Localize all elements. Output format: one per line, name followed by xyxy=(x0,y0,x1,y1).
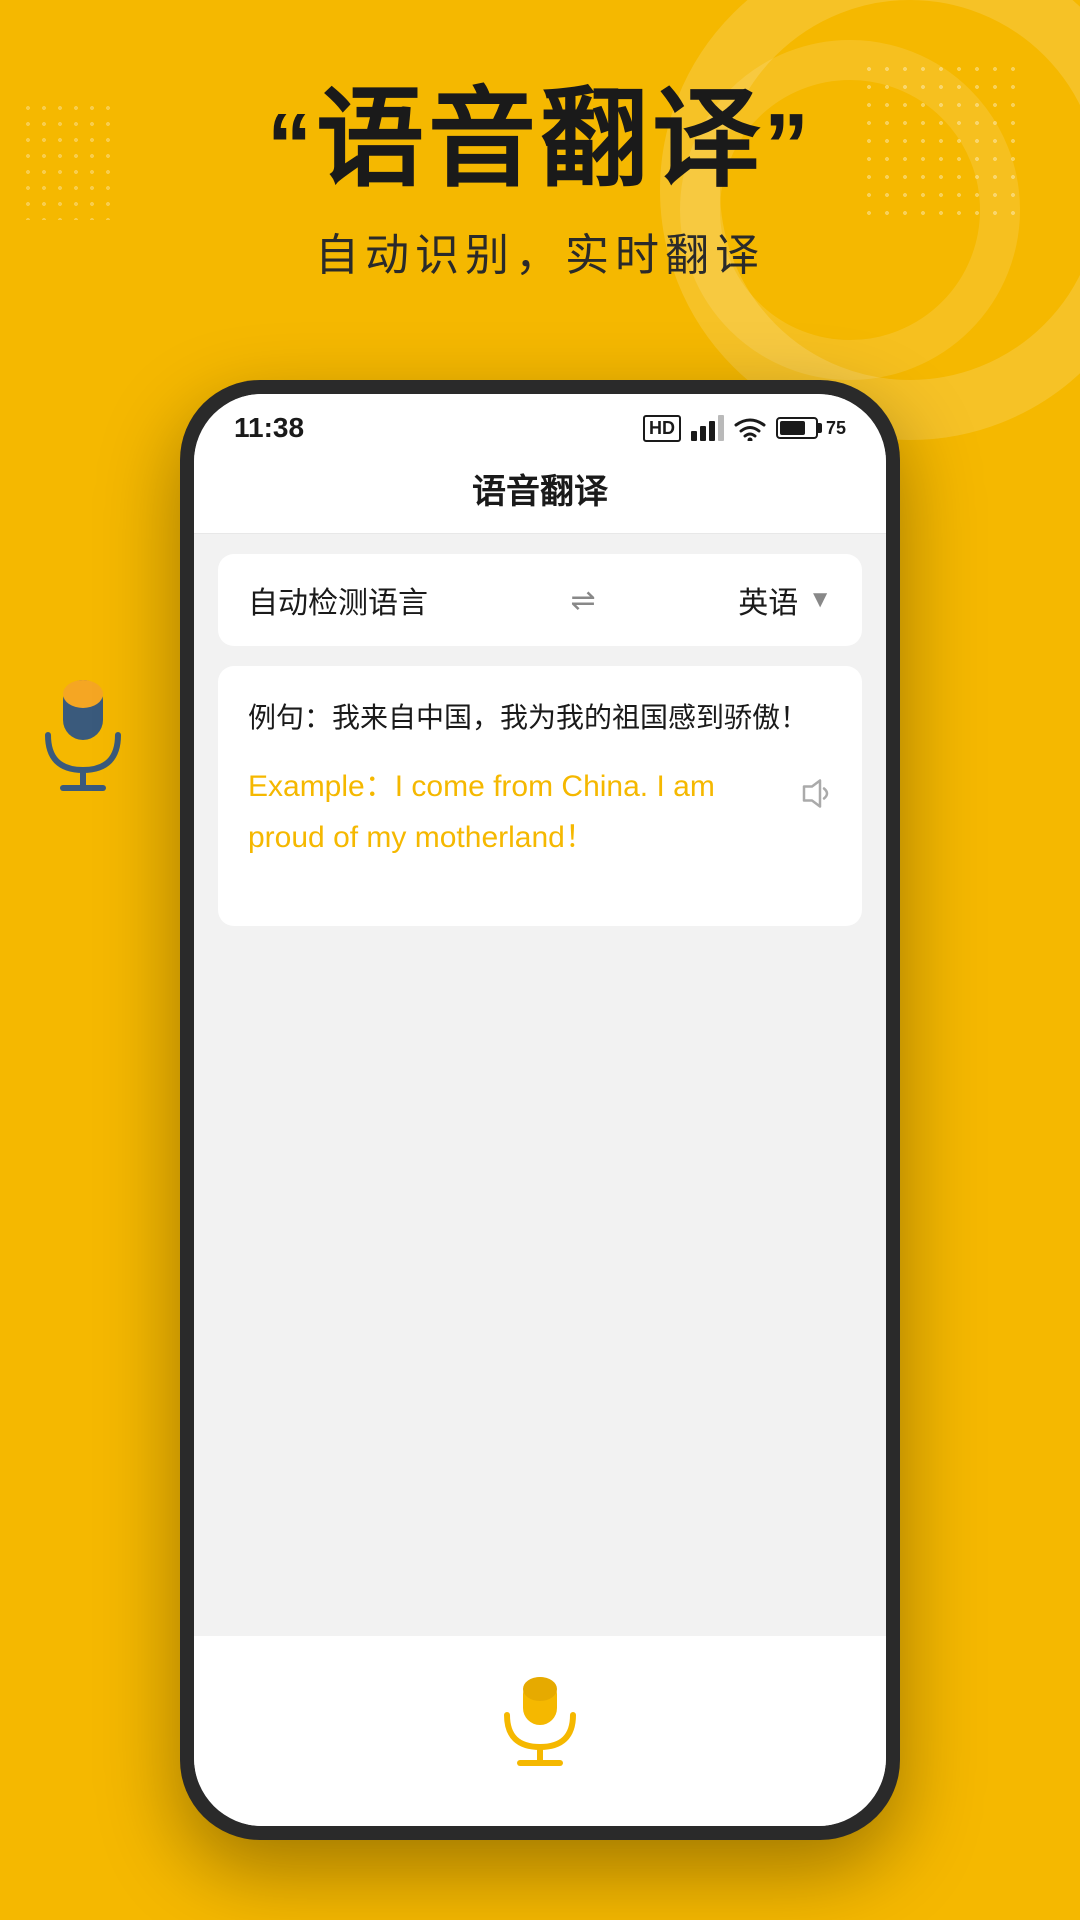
translated-text: Example：I come from China. I am proud of… xyxy=(248,761,832,863)
swap-languages-button[interactable]: ⇌ xyxy=(571,583,596,618)
app-title: 语音翻译 xyxy=(472,473,608,511)
language-selector[interactable]: 自动检测语言 ⇌ 英语 ▼ xyxy=(218,554,862,646)
status-icons: HD 75 xyxy=(643,415,846,442)
battery-icon: 75 xyxy=(776,417,846,439)
target-language-wrapper[interactable]: 英语 ▼ xyxy=(738,578,832,622)
mic-record-button[interactable] xyxy=(490,1666,590,1776)
subtitle: 自动识别，实时翻译 xyxy=(60,219,1020,283)
app-header: 语音翻译 xyxy=(194,454,886,534)
status-bar: 11:38 HD xyxy=(194,394,886,454)
speaker-button[interactable] xyxy=(798,776,838,817)
mic-bottom-icon xyxy=(495,1671,585,1771)
bottom-bar xyxy=(194,1636,886,1826)
title-text: 语音翻译 xyxy=(316,78,764,199)
mic-icon-left-decoration xyxy=(28,670,148,800)
phone-mockup: 11:38 HD xyxy=(180,380,900,1840)
phone-inner: 11:38 HD xyxy=(194,394,886,1826)
translation-box: 例句：我来自中国，我为我的祖国感到骄傲！ Example：I come from… xyxy=(218,666,862,926)
content-area xyxy=(194,926,886,1636)
target-language[interactable]: 英语 xyxy=(738,578,798,622)
battery-level: 75 xyxy=(826,418,846,439)
status-time: 11:38 xyxy=(234,412,304,444)
speaker-icon xyxy=(798,776,838,812)
header-section: “语音翻译” 自动识别，实时翻译 xyxy=(0,80,1080,283)
quote-open: “ xyxy=(267,96,316,196)
hd-badge: HD xyxy=(643,415,681,442)
signal-icon xyxy=(691,415,724,441)
wifi-icon xyxy=(734,415,766,441)
phone-outer: 11:38 HD xyxy=(180,380,900,1840)
quote-close: ” xyxy=(764,96,813,196)
original-text: 例句：我来自中国，我为我的祖国感到骄傲！ xyxy=(248,696,832,741)
dropdown-arrow-icon[interactable]: ▼ xyxy=(808,586,832,614)
main-title: “语音翻译” xyxy=(60,80,1020,199)
source-language[interactable]: 自动检测语言 xyxy=(248,578,428,622)
